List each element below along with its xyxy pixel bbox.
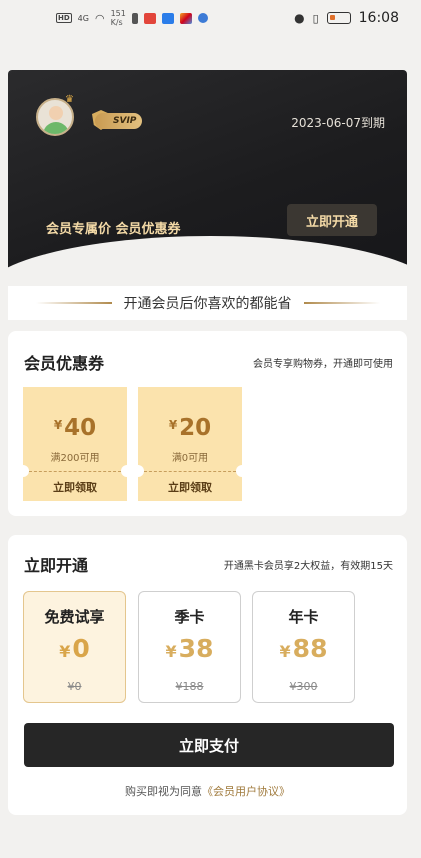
status-left: HD 4G ◠ 151 K/s <box>56 9 208 27</box>
plan-free-trial[interactable]: 免费试享 ¥0 ¥0 <box>23 591 126 703</box>
plan-quarterly[interactable]: 季卡 ¥38 ¥188 <box>138 591 241 703</box>
claim-coupon-button[interactable]: 立即领取 <box>138 479 242 495</box>
location-icon: ● <box>294 11 305 25</box>
banner-line-left <box>35 302 112 304</box>
plan-price: ¥38 <box>139 634 240 663</box>
agreement-prefix: 购买即视为同意 <box>125 785 202 798</box>
coupons-subtitle: 会员专享购物券，开通即可使用 <box>253 359 393 370</box>
plan-original-price: ¥0 <box>67 680 82 693</box>
plan-name: 季卡 <box>174 608 205 626</box>
open-section-title: 立即开通 <box>24 556 89 575</box>
plan-annual[interactable]: 年卡 ¥88 ¥300 <box>252 591 355 703</box>
status-right: ● ▯ 16:08 <box>294 10 399 26</box>
coupon-value: 40 <box>64 415 97 441</box>
vibrate-icon: ▯ <box>312 11 319 25</box>
plan-price-value: 88 <box>292 634 328 663</box>
plan-price-value: 38 <box>178 634 214 663</box>
app-red-icon <box>143 12 156 24</box>
banner-line-right <box>303 302 380 304</box>
hd-icon: HD <box>56 13 72 23</box>
network-speed: 151 K/s <box>111 9 126 27</box>
plan-name: 免费试享 <box>44 608 105 626</box>
signal-icon: 4G <box>77 13 89 23</box>
claim-coupon-button[interactable]: 立即领取 <box>23 479 127 495</box>
pay-now-button[interactable]: 立即支付 <box>24 723 394 767</box>
app-colorful-icon <box>179 12 192 24</box>
battery-icon <box>326 12 351 24</box>
agreement-link[interactable]: 《会员用户协议》 <box>202 785 290 798</box>
coupon-divider <box>29 471 121 472</box>
status-bar: HD 4G ◠ 151 K/s ● ▯ 16:08 <box>0 0 421 36</box>
plan-price: ¥0 <box>24 634 125 663</box>
plan-currency: ¥ <box>165 642 177 661</box>
agreement-text: 购买即视为同意《会员用户协议》 <box>8 783 407 799</box>
open-membership-card: 立即开通 开通黑卡会员享2大权益，有效期15天 免费试享 ¥0 ¥0 季卡 ¥3… <box>8 535 407 815</box>
coupon-amount: ¥40 <box>23 415 127 441</box>
coupon-notch-right <box>121 465 127 477</box>
coupon-card[interactable]: ¥20 满0可用 立即领取 <box>138 387 242 501</box>
svip-badge: SVIP <box>95 113 143 129</box>
app-globe-icon <box>197 13 208 23</box>
plan-original-price: ¥300 <box>289 680 318 693</box>
plan-price-value: 0 <box>72 634 90 663</box>
coupon-card[interactable]: ¥40 满200可用 立即领取 <box>23 387 127 501</box>
coupon-value: 20 <box>179 415 212 441</box>
avatar-body <box>43 122 69 134</box>
wifi-icon: ◠ <box>94 11 105 25</box>
speed-value: 151 <box>110 9 126 18</box>
coupon-currency: ¥ <box>53 418 63 432</box>
clock: 16:08 <box>358 10 399 26</box>
sim-icon <box>131 12 138 24</box>
saver-banner: 开通会员后你喜欢的都能省 <box>8 286 407 320</box>
coupon-condition: 满200可用 <box>50 453 100 464</box>
plan-currency: ¥ <box>279 642 291 661</box>
expire-date: 2023-06-07到期 <box>291 116 385 130</box>
coupon-notch-left <box>23 465 29 477</box>
coupon-currency: ¥ <box>168 418 178 432</box>
coupon-condition: 满0可用 <box>171 453 209 464</box>
open-section-subtitle: 开通黑卡会员享2大权益，有效期15天 <box>223 561 393 572</box>
coupons-title: 会员优惠券 <box>24 354 105 373</box>
crown-icon: ♛ <box>65 94 74 105</box>
coupon-divider <box>144 471 236 472</box>
app-blue-icon <box>161 12 174 24</box>
plan-currency: ¥ <box>59 642 71 661</box>
coupon-notch-left <box>138 465 144 477</box>
plan-name: 年卡 <box>288 608 319 626</box>
coupon-notch-right <box>236 465 242 477</box>
saver-banner-text: 开通会员后你喜欢的都能省 <box>123 296 292 312</box>
plan-original-price: ¥188 <box>175 680 204 693</box>
coupon-amount: ¥20 <box>138 415 242 441</box>
plan-price: ¥88 <box>253 634 354 663</box>
coupons-card: 会员优惠券 会员专享购物券，开通即可使用 ¥40 满200可用 立即领取 ¥20… <box>8 331 407 516</box>
speed-unit: K/s <box>110 18 123 27</box>
avatar-head <box>49 106 63 120</box>
member-tagline: 会员专属价 会员优惠券 <box>46 222 181 237</box>
open-membership-button[interactable]: 立即开通 <box>287 204 377 236</box>
